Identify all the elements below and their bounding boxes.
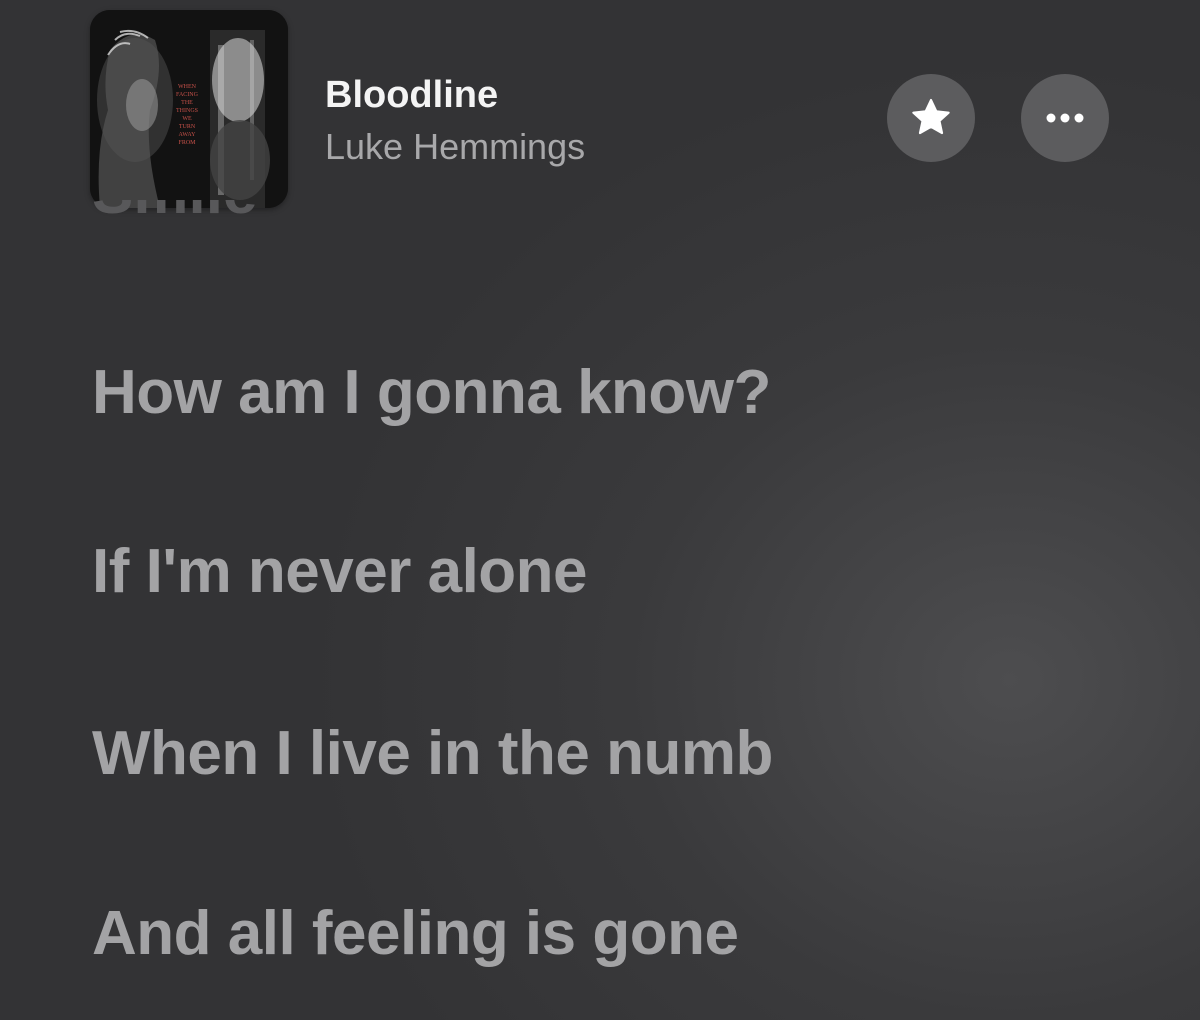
svg-text:THINGS: THINGS [176, 108, 198, 114]
svg-text:TURN: TURN [179, 124, 196, 130]
lyric-line[interactable]: And all feeling is gone [92, 898, 739, 970]
song-title: Bloodline [325, 74, 499, 116]
more-options-button[interactable] [1021, 74, 1109, 162]
album-cover-image: WHEN FACING THE THINGS WE TURN AWAY FROM [90, 10, 288, 208]
ellipsis-icon [1046, 113, 1084, 123]
svg-text:WHEN: WHEN [178, 84, 197, 90]
favorite-button[interactable] [887, 74, 975, 162]
lyric-line-previous[interactable]: Smile [92, 200, 392, 242]
lyric-line[interactable]: If I'm never alone [92, 536, 588, 608]
svg-text:FROM: FROM [178, 140, 196, 146]
lyric-line[interactable]: How am I gonna know? [92, 357, 771, 429]
star-icon [912, 98, 950, 135]
song-artist[interactable]: Luke Hemmings [325, 124, 585, 170]
album-artwork[interactable]: WHEN FACING THE THINGS WE TURN AWAY FROM [90, 10, 288, 208]
svg-text:AWAY: AWAY [179, 132, 197, 138]
svg-text:THE: THE [181, 100, 193, 106]
svg-text:FACING: FACING [176, 92, 199, 98]
lyric-line[interactable]: When I live in the numb [92, 718, 773, 790]
svg-text:WE: WE [182, 116, 192, 122]
